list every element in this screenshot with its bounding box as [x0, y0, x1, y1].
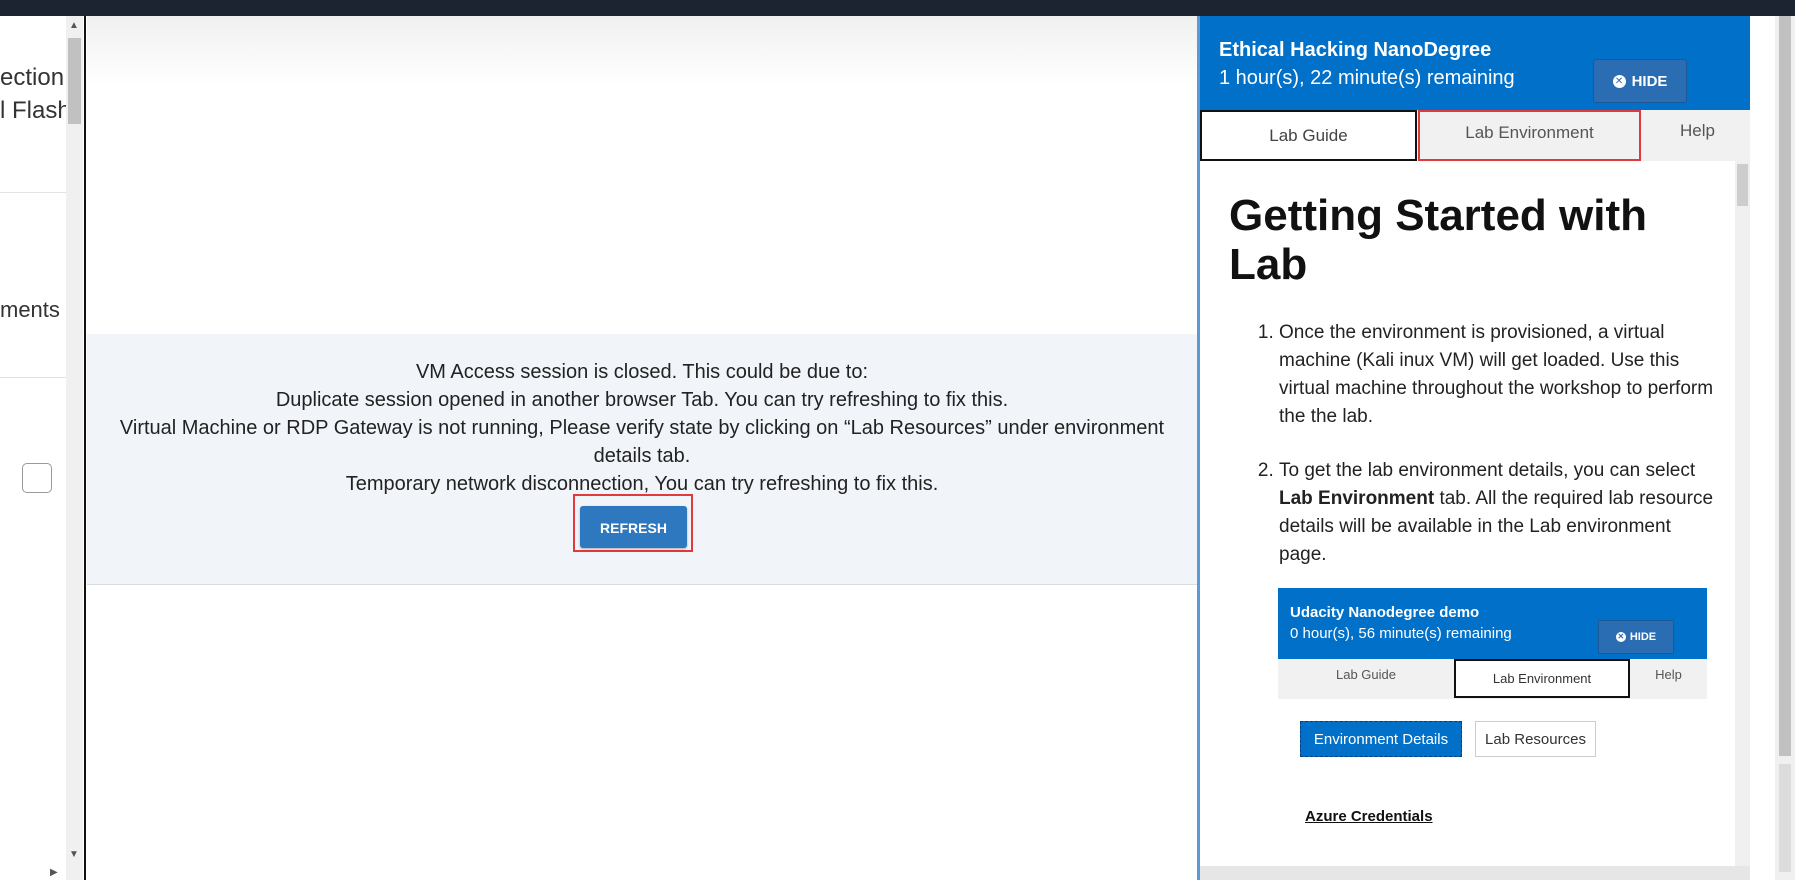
screenshot-tab-help: Help [1655, 667, 1682, 682]
tab-lab-environment[interactable]: Lab Environment [1418, 110, 1641, 161]
screenshot-environment-details-button: Environment Details [1300, 721, 1462, 757]
browser-top-bar [0, 0, 1795, 16]
guide-scrollbar[interactable] [1735, 161, 1750, 866]
scroll-down-arrow-icon[interactable]: ▼ [69, 849, 79, 860]
notice-line: Virtual Machine or RDP Gateway is not ru… [119, 417, 1165, 467]
vm-viewer-top-shade [87, 16, 1197, 86]
guide-step-text: Once the environment is provisioned, a v… [1279, 322, 1714, 427]
vm-viewer: VM Access session is closed. This could … [87, 16, 1197, 880]
time-remaining: 1 hour(s), 22 minute(s) remaining [1219, 67, 1515, 89]
lab-guide-content: Getting Started with Lab Once the enviro… [1200, 161, 1735, 866]
guide-step-text: To get the lab environment details, you … [1279, 460, 1696, 481]
lab-panel-header: Ethical Hacking NanoDegree 1 hour(s), 22… [1200, 16, 1750, 110]
left-panel-scroll-thumb[interactable] [68, 38, 81, 124]
page-scroll-track-lower[interactable] [1779, 764, 1791, 872]
guide-step: To get the lab environment details, you … [1279, 457, 1714, 569]
tab-help[interactable]: Help [1645, 110, 1750, 161]
screenshot-azure-credentials: Azure Credentials [1305, 808, 1433, 825]
scroll-up-arrow-icon[interactable]: ▲ [69, 20, 79, 31]
lab-tabs: Lab Guide Lab Environment Help [1200, 110, 1750, 161]
hide-button-label: HIDE [1631, 72, 1668, 90]
close-circle-icon: ✕ [1612, 74, 1626, 88]
guide-heading: Getting Started with Lab [1229, 191, 1647, 289]
left-panel-divider [0, 377, 66, 378]
screenshot-hide-button: ✕ HIDE [1598, 620, 1674, 654]
left-side-panel: ection l Flash ments ▲ ▼ ▶ [0, 16, 86, 880]
left-panel-scrollbar[interactable]: ▲ ▼ ▶ [50, 16, 83, 880]
lab-title: Ethical Hacking NanoDegree [1219, 39, 1492, 61]
guide-scroll-thumb[interactable] [1737, 164, 1748, 206]
left-panel-text: ments [0, 297, 60, 322]
hide-button[interactable]: ✕ HIDE [1593, 59, 1687, 103]
left-panel-divider [0, 192, 66, 193]
scroll-right-arrow-icon[interactable]: ▶ [50, 867, 58, 878]
notice-line: VM Access session is closed. This could … [415, 361, 869, 383]
guide-screenshot: Udacity Nanodegree demo 0 hour(s), 56 mi… [1278, 588, 1707, 863]
left-panel-text: ection [0, 64, 65, 91]
screenshot-tab-lab-environment: Lab Environment [1454, 659, 1630, 698]
left-panel-border [84, 16, 86, 880]
notice-message: VM Access session is closed. This could … [107, 358, 1177, 498]
left-panel-text: l Flash [0, 97, 71, 124]
left-panel-checkbox[interactable] [22, 463, 52, 493]
screenshot-hide-label: HIDE [1629, 631, 1657, 643]
lab-panel-footer [1200, 866, 1750, 880]
guide-step-bold: Lab Environment [1279, 488, 1435, 509]
close-circle-icon: ✕ [1615, 632, 1626, 642]
screenshot-time-remaining: 0 hour(s), 56 minute(s) remaining [1290, 625, 1512, 642]
page-scroll-thumb[interactable] [1779, 16, 1791, 756]
screenshot-tab-lab-guide: Lab Guide [1336, 667, 1396, 682]
notice-line: Duplicate session opened in another brow… [275, 389, 1009, 411]
refresh-button[interactable]: REFRESH [580, 506, 687, 548]
guide-steps: Once the environment is provisioned, a v… [1229, 319, 1714, 595]
tab-lab-guide[interactable]: Lab Guide [1200, 110, 1417, 161]
screenshot-title: Udacity Nanodegree demo [1290, 604, 1480, 621]
screenshot-header: Udacity Nanodegree demo 0 hour(s), 56 mi… [1278, 588, 1707, 659]
page-scrollbar[interactable] [1775, 16, 1795, 880]
guide-step: Once the environment is provisioned, a v… [1279, 319, 1714, 431]
screenshot-tabs: Lab Guide Lab Environment Help [1278, 659, 1707, 699]
screenshot-lab-resources-button: Lab Resources [1475, 721, 1596, 757]
lab-panel: Ethical Hacking NanoDegree 1 hour(s), 22… [1200, 16, 1795, 880]
